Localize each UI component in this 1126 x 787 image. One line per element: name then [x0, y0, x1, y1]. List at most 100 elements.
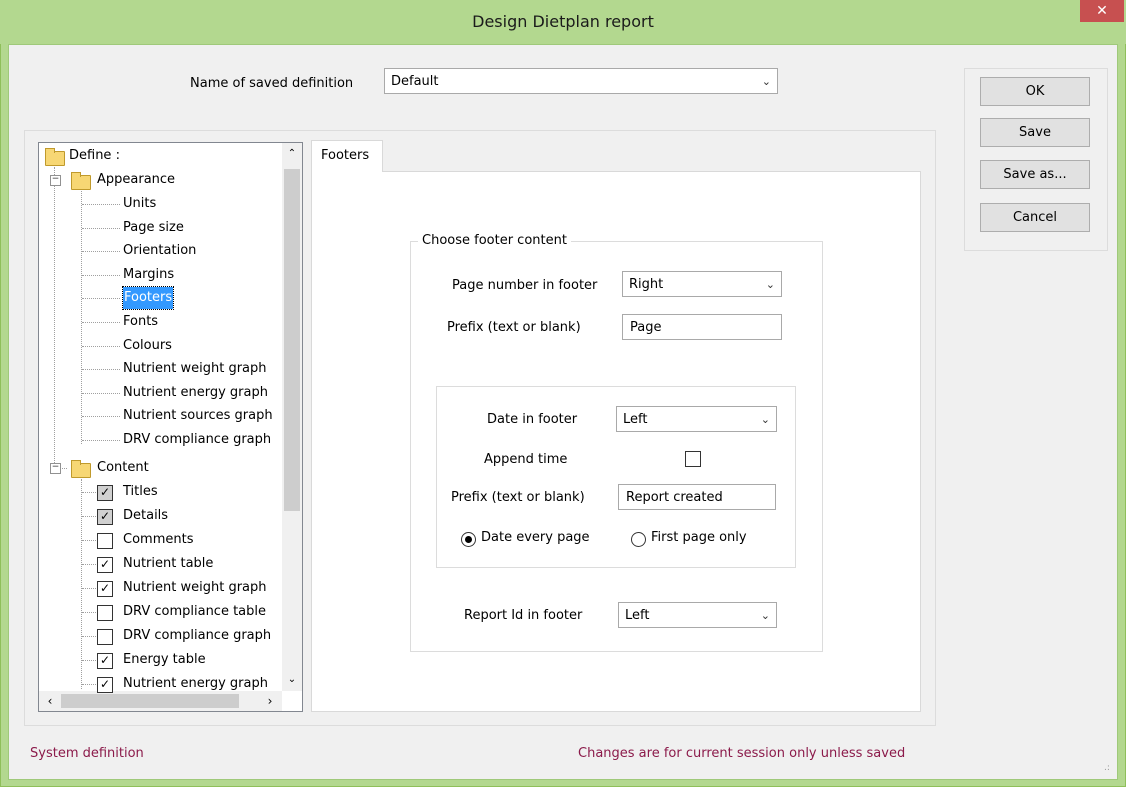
page-prefix-value: Page	[630, 320, 662, 335]
tree-connector	[82, 322, 120, 323]
tree-item-drv-compliance-graph[interactable]: DRV compliance graph	[123, 625, 271, 647]
checkbox-nutrient-weight-graph[interactable]: ✓	[97, 581, 113, 597]
tree-item-nutrient-weight-graph[interactable]: Nutrient weight graph	[123, 358, 267, 380]
append-time-label: Append time	[484, 452, 568, 467]
tree-node-appearance[interactable]: Appearance	[97, 169, 175, 191]
folder-open-icon	[71, 172, 91, 190]
radio-date-every-page-label[interactable]: Date every page	[481, 528, 590, 548]
save-as-button[interactable]: Save as...	[980, 160, 1090, 189]
tree-item-comments[interactable]: Comments	[123, 529, 193, 551]
tree-connector	[82, 516, 96, 517]
radio-first-page-only-label[interactable]: First page only	[651, 528, 747, 548]
tree-item-colours[interactable]: Colours	[123, 335, 172, 357]
collapse-icon[interactable]: −	[50, 463, 61, 474]
tab-footers-label: Footers	[321, 148, 370, 163]
page-number-label: Page number in footer	[452, 278, 598, 293]
collapse-icon[interactable]: −	[50, 175, 61, 186]
chevron-down-icon: ⌄	[760, 413, 770, 426]
tree-connector	[82, 204, 120, 205]
status-left: System definition	[30, 746, 144, 761]
tree-item-titles[interactable]: Titles	[123, 481, 158, 503]
tree-item-details[interactable]: Details	[123, 505, 168, 527]
page-prefix-input[interactable]: Page	[622, 314, 782, 340]
tree-connector	[82, 612, 96, 613]
definition-tree[interactable]: ⌃ ⌄ ‹ › Define : − Appearance Units Page …	[38, 142, 303, 712]
date-select[interactable]: Left ⌄	[616, 406, 777, 432]
definition-value: Default	[391, 74, 439, 89]
ok-button[interactable]: OK	[980, 77, 1090, 106]
tree-root-label[interactable]: Define :	[69, 145, 120, 167]
tree-item-nutrient-energy-graph[interactable]: Nutrient energy graph	[123, 382, 268, 404]
tree-guide-line	[81, 191, 82, 444]
resize-grip-icon[interactable]: .:	[1104, 764, 1116, 776]
checkbox-titles[interactable]: ✓	[97, 485, 113, 501]
scroll-down-icon[interactable]: ⌄	[282, 671, 302, 689]
scroll-left-icon[interactable]: ‹	[41, 691, 59, 711]
checkbox-nutrient-energy-graph[interactable]: ✓	[97, 677, 113, 693]
tree-item-nutrient-energy-graph[interactable]: Nutrient energy graph	[123, 673, 268, 695]
tree-item-nutrient-weight-graph[interactable]: Nutrient weight graph	[123, 577, 267, 599]
tree-connector	[82, 540, 96, 541]
folder-open-icon	[71, 460, 91, 478]
tree-connector	[82, 660, 96, 661]
date-prefix-input[interactable]: Report created	[618, 484, 776, 510]
tree-connector	[82, 588, 96, 589]
page-prefix-label: Prefix (text or blank)	[447, 320, 581, 335]
tree-connector	[82, 369, 120, 371]
tree-connector	[82, 298, 120, 300]
radio-date-every-page[interactable]	[461, 532, 476, 547]
tree-item-margins[interactable]: Margins	[123, 264, 174, 286]
tab-join	[312, 171, 382, 173]
tree-connector	[82, 416, 120, 418]
radio-first-page-only[interactable]	[631, 532, 646, 547]
tree-item-energy-table[interactable]: Energy table	[123, 649, 206, 671]
tree-connector	[82, 684, 96, 685]
cancel-button[interactable]: Cancel	[980, 203, 1090, 232]
tree-item-nutrient-table[interactable]: Nutrient table	[123, 553, 213, 575]
tree-connector	[82, 227, 120, 229]
tree-item-page-size[interactable]: Page size	[123, 217, 184, 239]
date-prefix-label: Prefix (text or blank)	[451, 490, 585, 505]
checkbox-details[interactable]: ✓	[97, 509, 113, 525]
checkbox-comments[interactable]	[97, 533, 113, 549]
status-right: Changes are for current session only unl…	[578, 746, 906, 761]
append-time-checkbox[interactable]	[685, 451, 701, 467]
tree-connector	[82, 392, 120, 394]
tree-scroll-thumb[interactable]	[284, 169, 300, 511]
folder-open-icon	[45, 148, 65, 166]
definition-select[interactable]: Default ⌄	[384, 68, 778, 94]
checkbox-nutrient-table[interactable]: ✓	[97, 557, 113, 573]
tree-hscroll-thumb[interactable]	[61, 694, 239, 708]
tree-connector	[82, 274, 120, 276]
tree-connector	[82, 251, 120, 253]
tree-item-fonts[interactable]: Fonts	[123, 311, 158, 333]
date-prefix-value: Report created	[626, 490, 723, 505]
save-button[interactable]: Save	[980, 118, 1090, 147]
tree-guide-line	[81, 479, 82, 689]
date-value: Left	[623, 412, 648, 427]
window-title: Design Dietplan report	[472, 12, 654, 31]
checkbox-drv-compliance-graph[interactable]	[97, 629, 113, 645]
footer-group-title: Choose footer content	[418, 232, 571, 250]
tree-node-content[interactable]: Content	[97, 457, 149, 479]
tree-item-nutrient-sources-graph[interactable]: Nutrient sources graph	[123, 405, 273, 427]
tab-footers[interactable]: Footers	[311, 140, 383, 173]
scroll-up-icon[interactable]: ⌃	[282, 145, 302, 163]
page-number-select[interactable]: Right ⌄	[622, 271, 782, 297]
close-button[interactable]: ✕	[1080, 0, 1124, 22]
report-id-select[interactable]: Left ⌄	[618, 602, 777, 628]
tree-item-footers[interactable]: Footers	[121, 286, 175, 311]
tree-connector	[82, 440, 120, 441]
checkbox-energy-table[interactable]: ✓	[97, 653, 113, 669]
report-id-label: Report Id in footer	[464, 608, 583, 623]
checkbox-drv-compliance-table[interactable]	[97, 605, 113, 621]
report-id-value: Left	[625, 608, 650, 623]
tree-connector	[82, 636, 96, 637]
date-label: Date in footer	[487, 412, 578, 427]
tree-item-drv-compliance-table[interactable]: DRV compliance table	[123, 601, 266, 623]
tree-item-orientation[interactable]: Orientation	[123, 240, 196, 262]
tree-item-units[interactable]: Units	[123, 193, 156, 215]
tree-connector	[82, 492, 96, 493]
definition-label: Name of saved definition	[190, 76, 354, 91]
tree-item-drv-compliance-graph[interactable]: DRV compliance graph	[123, 429, 271, 451]
